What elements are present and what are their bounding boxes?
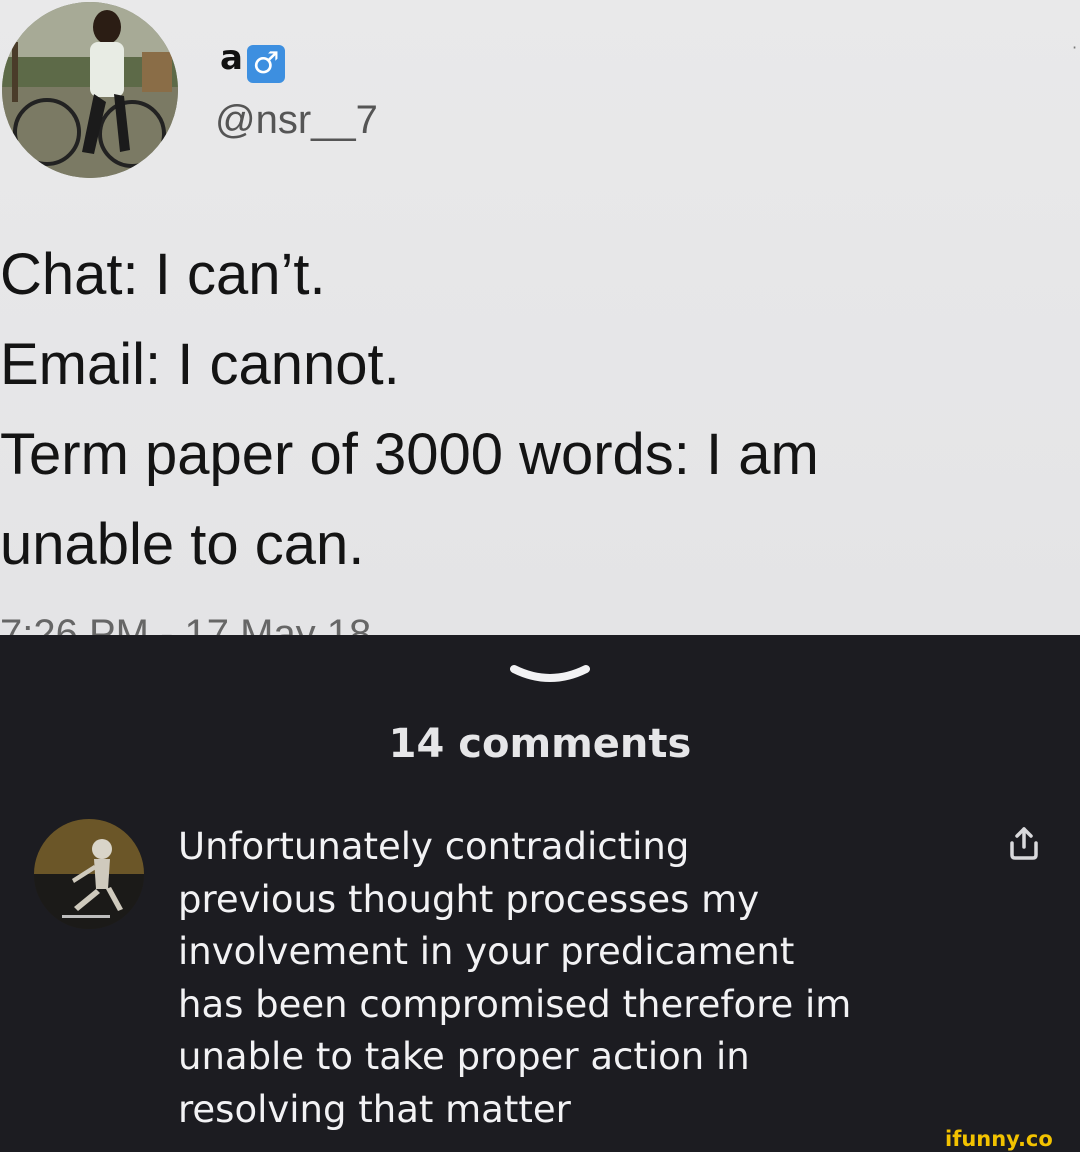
watermark-logo: ifunny.co xyxy=(945,1127,1053,1151)
tweet-line: unable to can. xyxy=(0,512,365,577)
chevron-down-icon[interactable] xyxy=(510,661,590,691)
tweet-handle: @nsr__7 xyxy=(215,98,378,142)
tweet-display-name: a ♂ xyxy=(220,38,285,83)
tweet-text: Chat: I can’t. Email: I cannot. Term pap… xyxy=(0,230,1070,590)
tweet-line: Chat: I can’t. xyxy=(0,242,326,307)
comment-line: has been compromised therefore im xyxy=(178,982,852,1026)
tweet-avatar xyxy=(2,2,178,178)
tweet-line: Email: I cannot. xyxy=(0,332,400,397)
tweet-timestamp: 7:26 PM - 17 May 18 xyxy=(0,612,372,635)
comments-count: 14 comments xyxy=(388,721,692,767)
comment-line: involvement in your predicament xyxy=(178,930,795,973)
commenter-avatar[interactable] xyxy=(34,819,144,929)
tweet-line: Term paper of 3000 words: I am xyxy=(0,422,819,487)
comments-panel: 14 comments Unfortunately contradicting … xyxy=(0,635,1080,1152)
comment-line: resolving that matter xyxy=(178,1087,571,1131)
display-name-text: a xyxy=(220,38,243,78)
comment-line: previous thought processes my xyxy=(178,877,760,921)
comment-text: Unfortunately contradicting previous tho… xyxy=(178,821,978,1136)
comment-line: Unfortunately contradicting xyxy=(178,825,690,868)
comment-line: unable to take proper action in xyxy=(178,1035,750,1078)
share-icon[interactable] xyxy=(1006,825,1042,861)
tweet-caret-icon: · xyxy=(1072,38,1078,57)
male-sign-icon: ♂ xyxy=(246,45,285,83)
tweet-screenshot: a ♂ @nsr__7 · Chat: I can’t. Email: I can… xyxy=(0,0,1080,635)
